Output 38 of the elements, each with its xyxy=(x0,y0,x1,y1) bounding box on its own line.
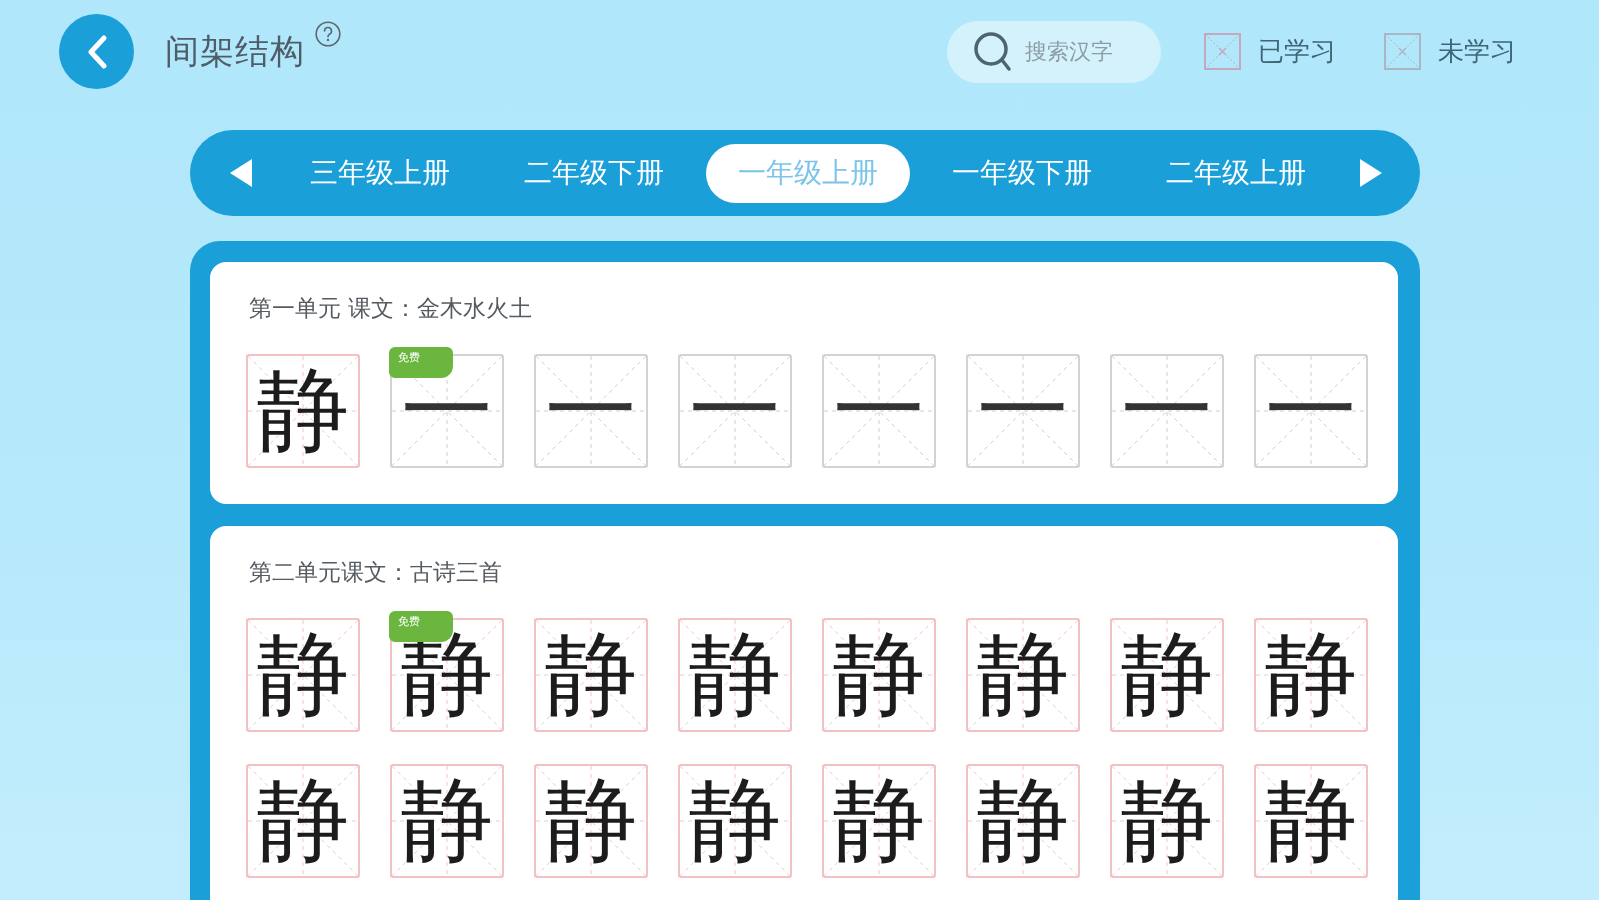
character-cell[interactable]: 一 xyxy=(1254,354,1368,468)
character-cell[interactable]: 静 xyxy=(822,618,936,732)
character-cell[interactable]: 静 xyxy=(246,618,360,732)
legend-label: 已学习 xyxy=(1258,35,1336,68)
grid-square-icon xyxy=(1204,33,1241,70)
character-cell[interactable]: 静 xyxy=(1254,764,1368,878)
free-badge: 免费 xyxy=(389,347,453,378)
chevron-left-icon xyxy=(85,34,108,69)
unit-title: 第一单元 课文：金木水火土 xyxy=(249,294,533,323)
character-cell[interactable]: 静 xyxy=(246,354,360,468)
next-button[interactable] xyxy=(1358,157,1384,189)
character-cell[interactable]: 静 xyxy=(1254,618,1368,732)
character-cell[interactable]: 静 xyxy=(390,764,504,878)
right-triangle-icon xyxy=(1358,157,1384,189)
left-triangle-icon xyxy=(228,157,254,189)
help-icon[interactable] xyxy=(315,21,341,47)
character-cell[interactable]: 静 xyxy=(1110,764,1224,878)
character-cell[interactable]: 静 xyxy=(678,764,792,878)
unit-title: 第二单元课文：古诗三首 xyxy=(249,558,502,587)
character-cell[interactable]: 一 xyxy=(1110,354,1224,468)
character-cell[interactable]: 静 xyxy=(678,618,792,732)
character-cell[interactable]: 静 xyxy=(966,618,1080,732)
character-cell[interactable]: 静 xyxy=(534,764,648,878)
legend-label: 未学习 xyxy=(1438,35,1516,68)
character-cell[interactable]: 静 xyxy=(966,764,1080,878)
search-field[interactable]: 搜索汉字 xyxy=(947,20,1161,83)
character-cell[interactable]: 静 xyxy=(1110,618,1224,732)
page-title: 间架结构 xyxy=(165,29,305,73)
character-cell[interactable]: 静 xyxy=(534,618,648,732)
character-cell[interactable]: 一 xyxy=(678,354,792,468)
character-cell[interactable]: 静 xyxy=(246,764,360,878)
character-cell[interactable]: 一 xyxy=(534,354,648,468)
search-icon xyxy=(973,30,1013,73)
character-cell[interactable]: 一 xyxy=(822,354,936,468)
previous-button[interactable] xyxy=(228,157,254,189)
character-cell[interactable]: 静 xyxy=(822,764,936,878)
grid-square-icon xyxy=(1384,33,1421,70)
character-cell[interactable]: 一 xyxy=(966,354,1080,468)
